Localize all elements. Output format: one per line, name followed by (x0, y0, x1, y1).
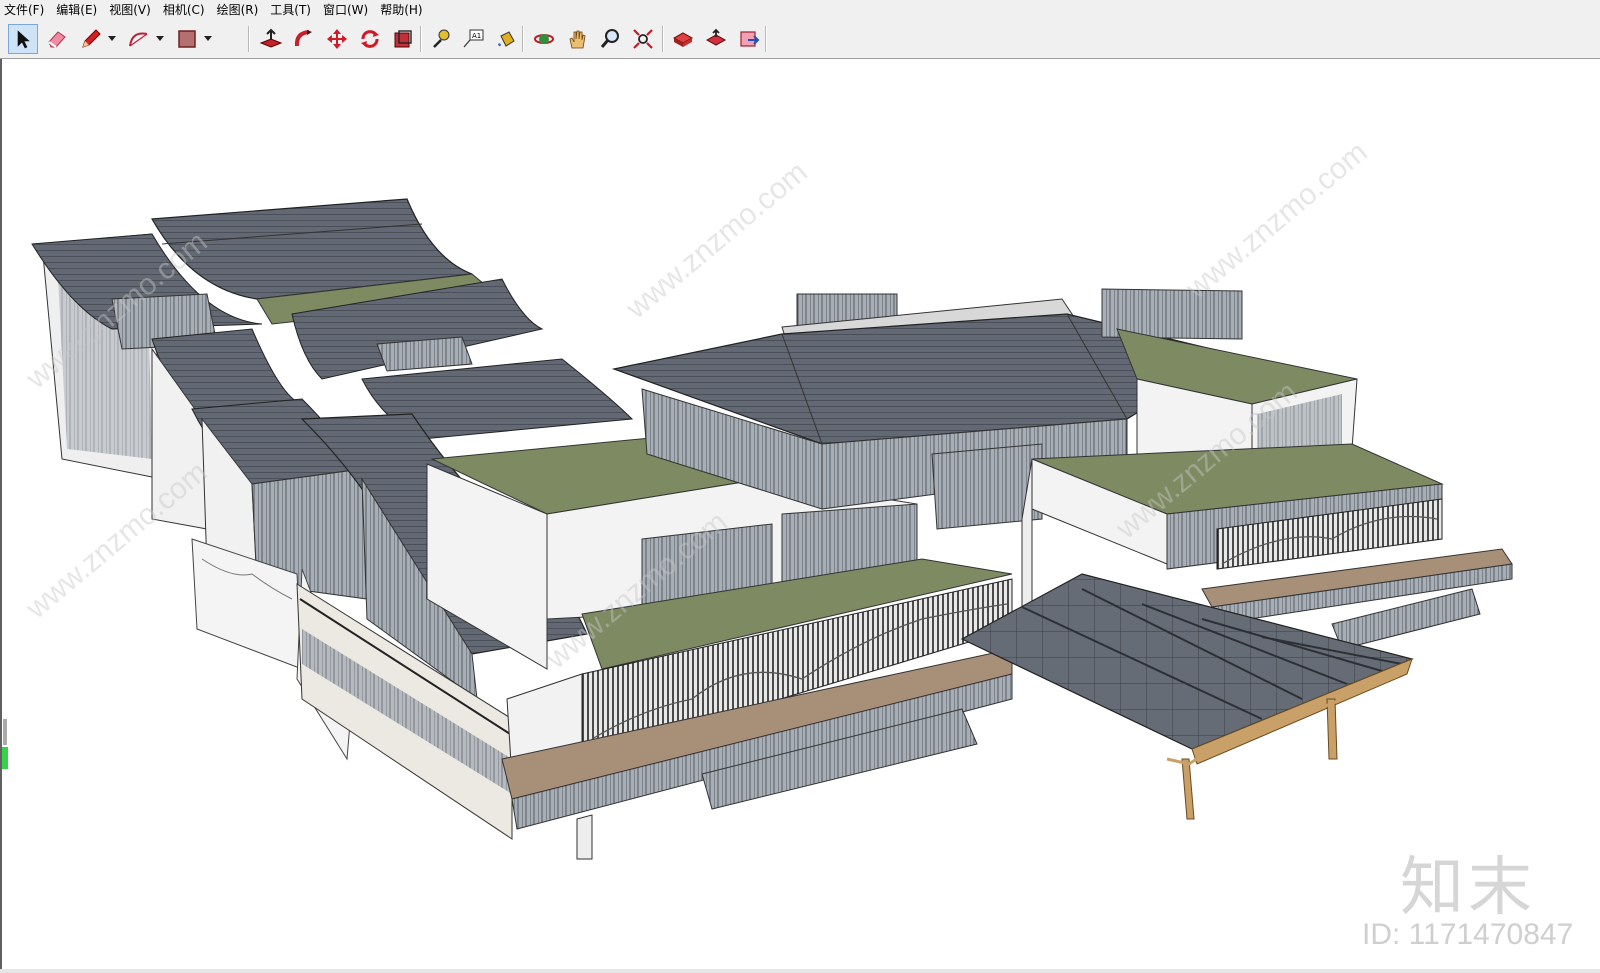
move-tool-button[interactable] (322, 24, 352, 54)
menu-help[interactable]: 帮助(H) (374, 0, 428, 20)
toolbar-group-modify (256, 24, 418, 54)
zoom-tool-button[interactable] (595, 24, 625, 54)
push-pull-tool-button[interactable] (256, 24, 286, 54)
share-model-icon (705, 28, 727, 46)
watermark-id: ID: 1171470847 (1362, 918, 1574, 951)
toolbar-group-camera (529, 24, 658, 54)
pencil-tool-button[interactable] (76, 24, 106, 54)
text-tool-button[interactable]: A1 (458, 24, 488, 54)
toolbar-group-warehouse (668, 24, 764, 54)
rotate-icon (361, 30, 379, 48)
warehouse-icon (672, 32, 694, 47)
pencil-icon (82, 29, 101, 48)
building-model (31, 198, 1513, 860)
select-tool-button[interactable] (8, 24, 38, 54)
paint-bucket-icon (498, 31, 515, 47)
chevron-down-icon (204, 36, 212, 41)
rotate-tool-button[interactable] (355, 24, 385, 54)
toolbar-group-draw (8, 24, 214, 54)
toolbar-separator (248, 26, 250, 52)
scroll-track (3, 719, 7, 745)
watermark-brand: 知末 (1400, 851, 1536, 925)
menu-camera[interactable]: 相机(C) (157, 0, 211, 20)
zoom-magnifier-icon (600, 29, 619, 48)
menu-window[interactable]: 窗口(W) (317, 0, 374, 20)
extension-tool-button[interactable] (734, 24, 764, 54)
timber-canopy (960, 573, 1414, 820)
share-model-tool-button[interactable] (701, 24, 731, 54)
orbit-tool-button[interactable] (529, 24, 559, 54)
main-toolbar: A1 (0, 20, 1600, 59)
status-bar (0, 969, 1600, 973)
paint-bucket-tool-button[interactable] (491, 24, 521, 54)
orbit-icon (534, 34, 554, 44)
select-arrow-icon (17, 30, 30, 49)
scroll-indicator (2, 747, 8, 769)
arc-icon (129, 32, 148, 47)
chevron-down-icon (108, 36, 116, 41)
pan-hand-icon (569, 30, 586, 49)
push-pull-icon (259, 28, 283, 48)
tape-measure-icon (433, 29, 450, 48)
tape-measure-tool-button[interactable] (425, 24, 455, 54)
central-block (426, 433, 1013, 860)
menu-file[interactable]: 文件(F) (0, 0, 50, 20)
eraser-icon (48, 31, 66, 48)
toolbar-separator (662, 26, 664, 52)
text-label-icon: A1 (463, 29, 484, 48)
menu-view[interactable]: 视图(V) (103, 0, 157, 20)
model-viewport[interactable] (0, 59, 1600, 969)
follow-me-tool-button[interactable] (289, 24, 319, 54)
toolbar-group-construction: A1 (425, 24, 521, 54)
offset-tool-button[interactable] (388, 24, 418, 54)
offset-icon (394, 30, 412, 48)
chevron-down-icon (156, 36, 164, 41)
eraser-tool-button[interactable] (42, 24, 72, 54)
follow-me-icon (294, 30, 312, 47)
arc-tool-button[interactable] (124, 24, 154, 54)
extension-warehouse-icon (740, 31, 760, 47)
pencil-dropdown-button[interactable] (106, 24, 118, 54)
rectangle-icon (178, 30, 196, 48)
warehouse-tool-button[interactable] (668, 24, 698, 54)
toolbar-separator (765, 26, 767, 52)
svg-text:A1: A1 (472, 32, 481, 40)
toolbar-separator (522, 26, 524, 52)
arc-dropdown-button[interactable] (154, 24, 166, 54)
rectangle-dropdown-button[interactable] (202, 24, 214, 54)
zoom-extents-icon (633, 29, 653, 49)
move-icon (327, 29, 347, 49)
zoom-extents-tool-button[interactable] (628, 24, 658, 54)
menu-tools[interactable]: 工具(T) (264, 0, 317, 20)
rectangle-tool-button[interactable] (172, 24, 202, 54)
menu-edit[interactable]: 编辑(E) (50, 0, 103, 20)
menu-draw[interactable]: 绘图(R) (211, 0, 265, 20)
toolbar-separator (420, 26, 422, 52)
menu-bar: 文件(F) 编辑(E) 视图(V) 相机(C) 绘图(R) 工具(T) 窗口(W… (0, 0, 1600, 20)
pan-tool-button[interactable] (562, 24, 592, 54)
